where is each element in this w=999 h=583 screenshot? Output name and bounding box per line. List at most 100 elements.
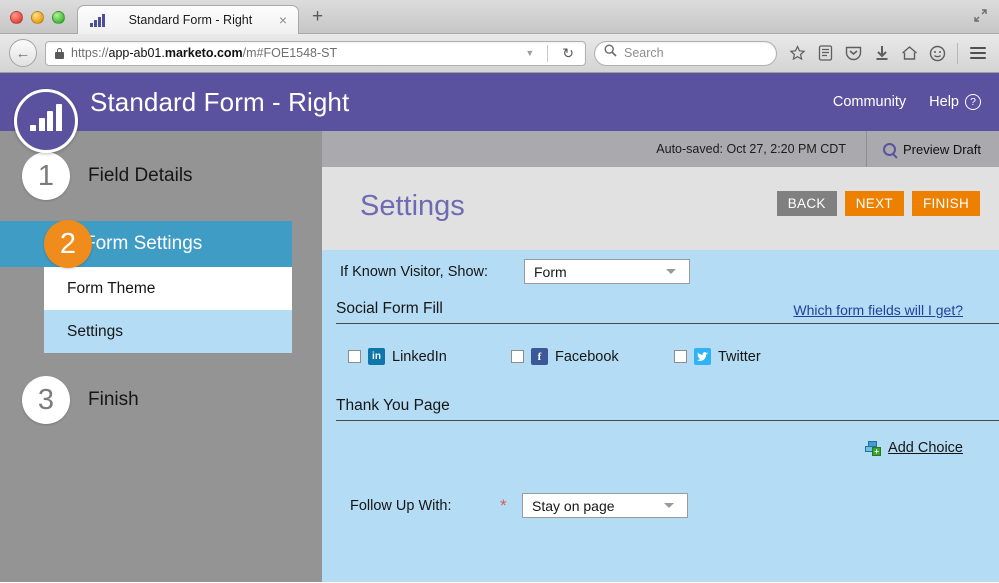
follow-up-label: Follow Up With: — [350, 497, 452, 514]
autosave-bar: Auto-saved: Oct 27, 2:20 PM CDT Preview … — [322, 131, 999, 167]
divider — [547, 44, 549, 62]
close-tab-icon[interactable]: × — [276, 13, 290, 27]
add-choice-label: Add Choice — [888, 440, 963, 456]
back-button[interactable]: ← — [9, 39, 37, 67]
header-links: Community Help ? — [833, 94, 999, 110]
zoom-window-button[interactable] — [52, 11, 65, 24]
autosave-status: Auto-saved: Oct 27, 2:20 PM CDT — [656, 142, 846, 156]
which-form-fields-link[interactable]: Which form fields will I get? — [793, 302, 999, 318]
add-choice-button[interactable]: + Add Choice — [865, 440, 963, 456]
twitter-icon — [694, 348, 711, 365]
linkedin-checkbox[interactable] — [348, 350, 361, 363]
facebook-checkbox[interactable] — [511, 350, 524, 363]
sidebar-item-label: Settings — [67, 322, 124, 340]
step-number-badge: 1 — [22, 152, 70, 200]
new-tab-button[interactable]: + — [312, 6, 323, 33]
social-option-label: Facebook — [555, 348, 619, 365]
section-title: Thank You Page — [336, 397, 450, 414]
section-title: Social Form Fill — [336, 300, 443, 317]
sidebar-item-form-theme[interactable]: Form Theme — [44, 267, 292, 310]
url-text: https://app-ab01.marketo.com/m#FOE1548-S… — [71, 46, 338, 60]
search-input[interactable]: Search — [594, 40, 777, 66]
fullscreen-icon[interactable] — [973, 8, 988, 23]
marketo-app: Standard Form - Right Community Help ? A… — [0, 73, 999, 582]
sidebar-step-field-details[interactable]: 1 Field Details — [0, 152, 193, 200]
twitter-checkbox[interactable] — [674, 350, 687, 363]
help-question-icon: ? — [965, 94, 981, 110]
known-visitor-select[interactable]: Form — [524, 259, 690, 284]
reader-list-icon[interactable] — [813, 41, 838, 66]
minimize-window-button[interactable] — [31, 11, 44, 24]
help-label: Help — [929, 94, 959, 110]
social-option-label: LinkedIn — [392, 348, 447, 365]
social-option-linkedin[interactable]: in LinkedIn — [348, 348, 511, 365]
thank-you-page-section-header: Thank You Page . — [336, 397, 999, 421]
sidebar-step-finish[interactable]: 3 Finish — [0, 376, 139, 424]
community-link[interactable]: Community — [833, 94, 906, 110]
tab-title: Standard Form - Right — [128, 13, 253, 27]
bar-chart-favicon — [90, 13, 105, 27]
divider — [957, 42, 958, 64]
page-title: Standard Form - Right — [90, 86, 350, 117]
hamburger-menu-icon[interactable] — [965, 41, 990, 66]
finish-button[interactable]: FINISH — [911, 191, 980, 216]
sidebar-step-label: Finish — [88, 389, 139, 410]
home-icon[interactable] — [897, 41, 922, 66]
facebook-icon: f — [531, 348, 548, 365]
marketo-logo-icon[interactable] — [14, 89, 78, 153]
search-icon — [604, 44, 617, 62]
help-link[interactable]: Help ? — [929, 94, 981, 110]
linkedin-icon: in — [368, 348, 385, 365]
navigation-toolbar: ← https://app-ab01.marketo.com/m#FOE1548… — [0, 34, 999, 73]
wizard-actions: BACK NEXT FINISH — [776, 191, 980, 216]
preview-draft-label: Preview Draft — [902, 141, 981, 157]
social-option-twitter[interactable]: Twitter — [674, 348, 761, 365]
settings-form: If Known Visitor, Show: Form Social Form… — [322, 250, 999, 582]
bookmark-star-icon[interactable] — [785, 41, 810, 66]
sidebar-item-settings[interactable]: Settings — [44, 310, 292, 353]
sync-smiley-icon[interactable] — [925, 41, 950, 66]
next-button[interactable]: NEXT — [844, 191, 904, 216]
settings-header: Settings BACK NEXT FINISH — [322, 167, 999, 250]
app-header: Standard Form - Right Community Help ? — [0, 73, 999, 153]
add-choice-icon: + — [865, 441, 882, 456]
back-button[interactable]: BACK — [776, 191, 837, 216]
sidebar-step-form-settings[interactable]: 2 Form Settings — [0, 220, 292, 268]
sidebar-step-form-settings-block: 2 Form Settings Form Theme Settings — [0, 220, 292, 353]
sidebar-step-label: Field Details — [88, 165, 193, 186]
search-placeholder: Search — [624, 46, 664, 60]
known-visitor-row: If Known Visitor, Show: Form — [340, 259, 690, 284]
social-option-facebook[interactable]: f Facebook — [511, 348, 674, 365]
browser-tab[interactable]: Standard Form - Right × — [77, 5, 299, 34]
preview-draft-button[interactable]: Preview Draft — [867, 142, 999, 157]
close-window-button[interactable] — [10, 11, 23, 24]
lock-icon — [55, 47, 64, 59]
browser-window: Standard Form - Right × + ← https://app-… — [0, 0, 999, 583]
url-bar[interactable]: https://app-ab01.marketo.com/m#FOE1548-S… — [45, 40, 586, 66]
toolbar-icons — [785, 41, 990, 66]
url-dropdown-icon[interactable]: ▼ — [519, 48, 540, 58]
follow-up-value: Stay on page — [532, 497, 615, 514]
follow-up-select[interactable]: Stay on page — [522, 493, 688, 518]
chevron-down-icon — [666, 269, 676, 274]
wizard-sidebar: 1 Field Details 2 Form Settings Form The… — [0, 131, 322, 582]
chevron-down-icon — [664, 503, 674, 508]
social-option-label: Twitter — [718, 348, 761, 365]
magnifier-icon — [882, 142, 896, 156]
known-visitor-label: If Known Visitor, Show: — [340, 263, 489, 280]
follow-up-row: Follow Up With: * Stay on page — [350, 493, 688, 518]
reload-icon[interactable]: ↻ — [555, 45, 581, 62]
pocket-icon[interactable] — [841, 41, 866, 66]
window-controls — [0, 11, 65, 33]
social-options: in LinkedIn f Facebook Twitter — [348, 348, 761, 365]
known-visitor-value: Form — [534, 263, 567, 280]
tab-strip: Standard Form - Right × + — [0, 0, 999, 34]
settings-title: Settings — [360, 190, 465, 222]
step-number-badge: 3 — [22, 376, 70, 424]
downloads-icon[interactable] — [869, 41, 894, 66]
required-asterisk: * — [500, 495, 507, 515]
step-number-badge: 2 — [44, 220, 92, 268]
sidebar-submenu: Form Theme Settings — [44, 267, 292, 353]
settings-panel: Settings BACK NEXT FINISH If Known Visit… — [322, 167, 999, 582]
social-form-fill-section-header: Social Form Fill Which form fields will … — [336, 300, 999, 324]
